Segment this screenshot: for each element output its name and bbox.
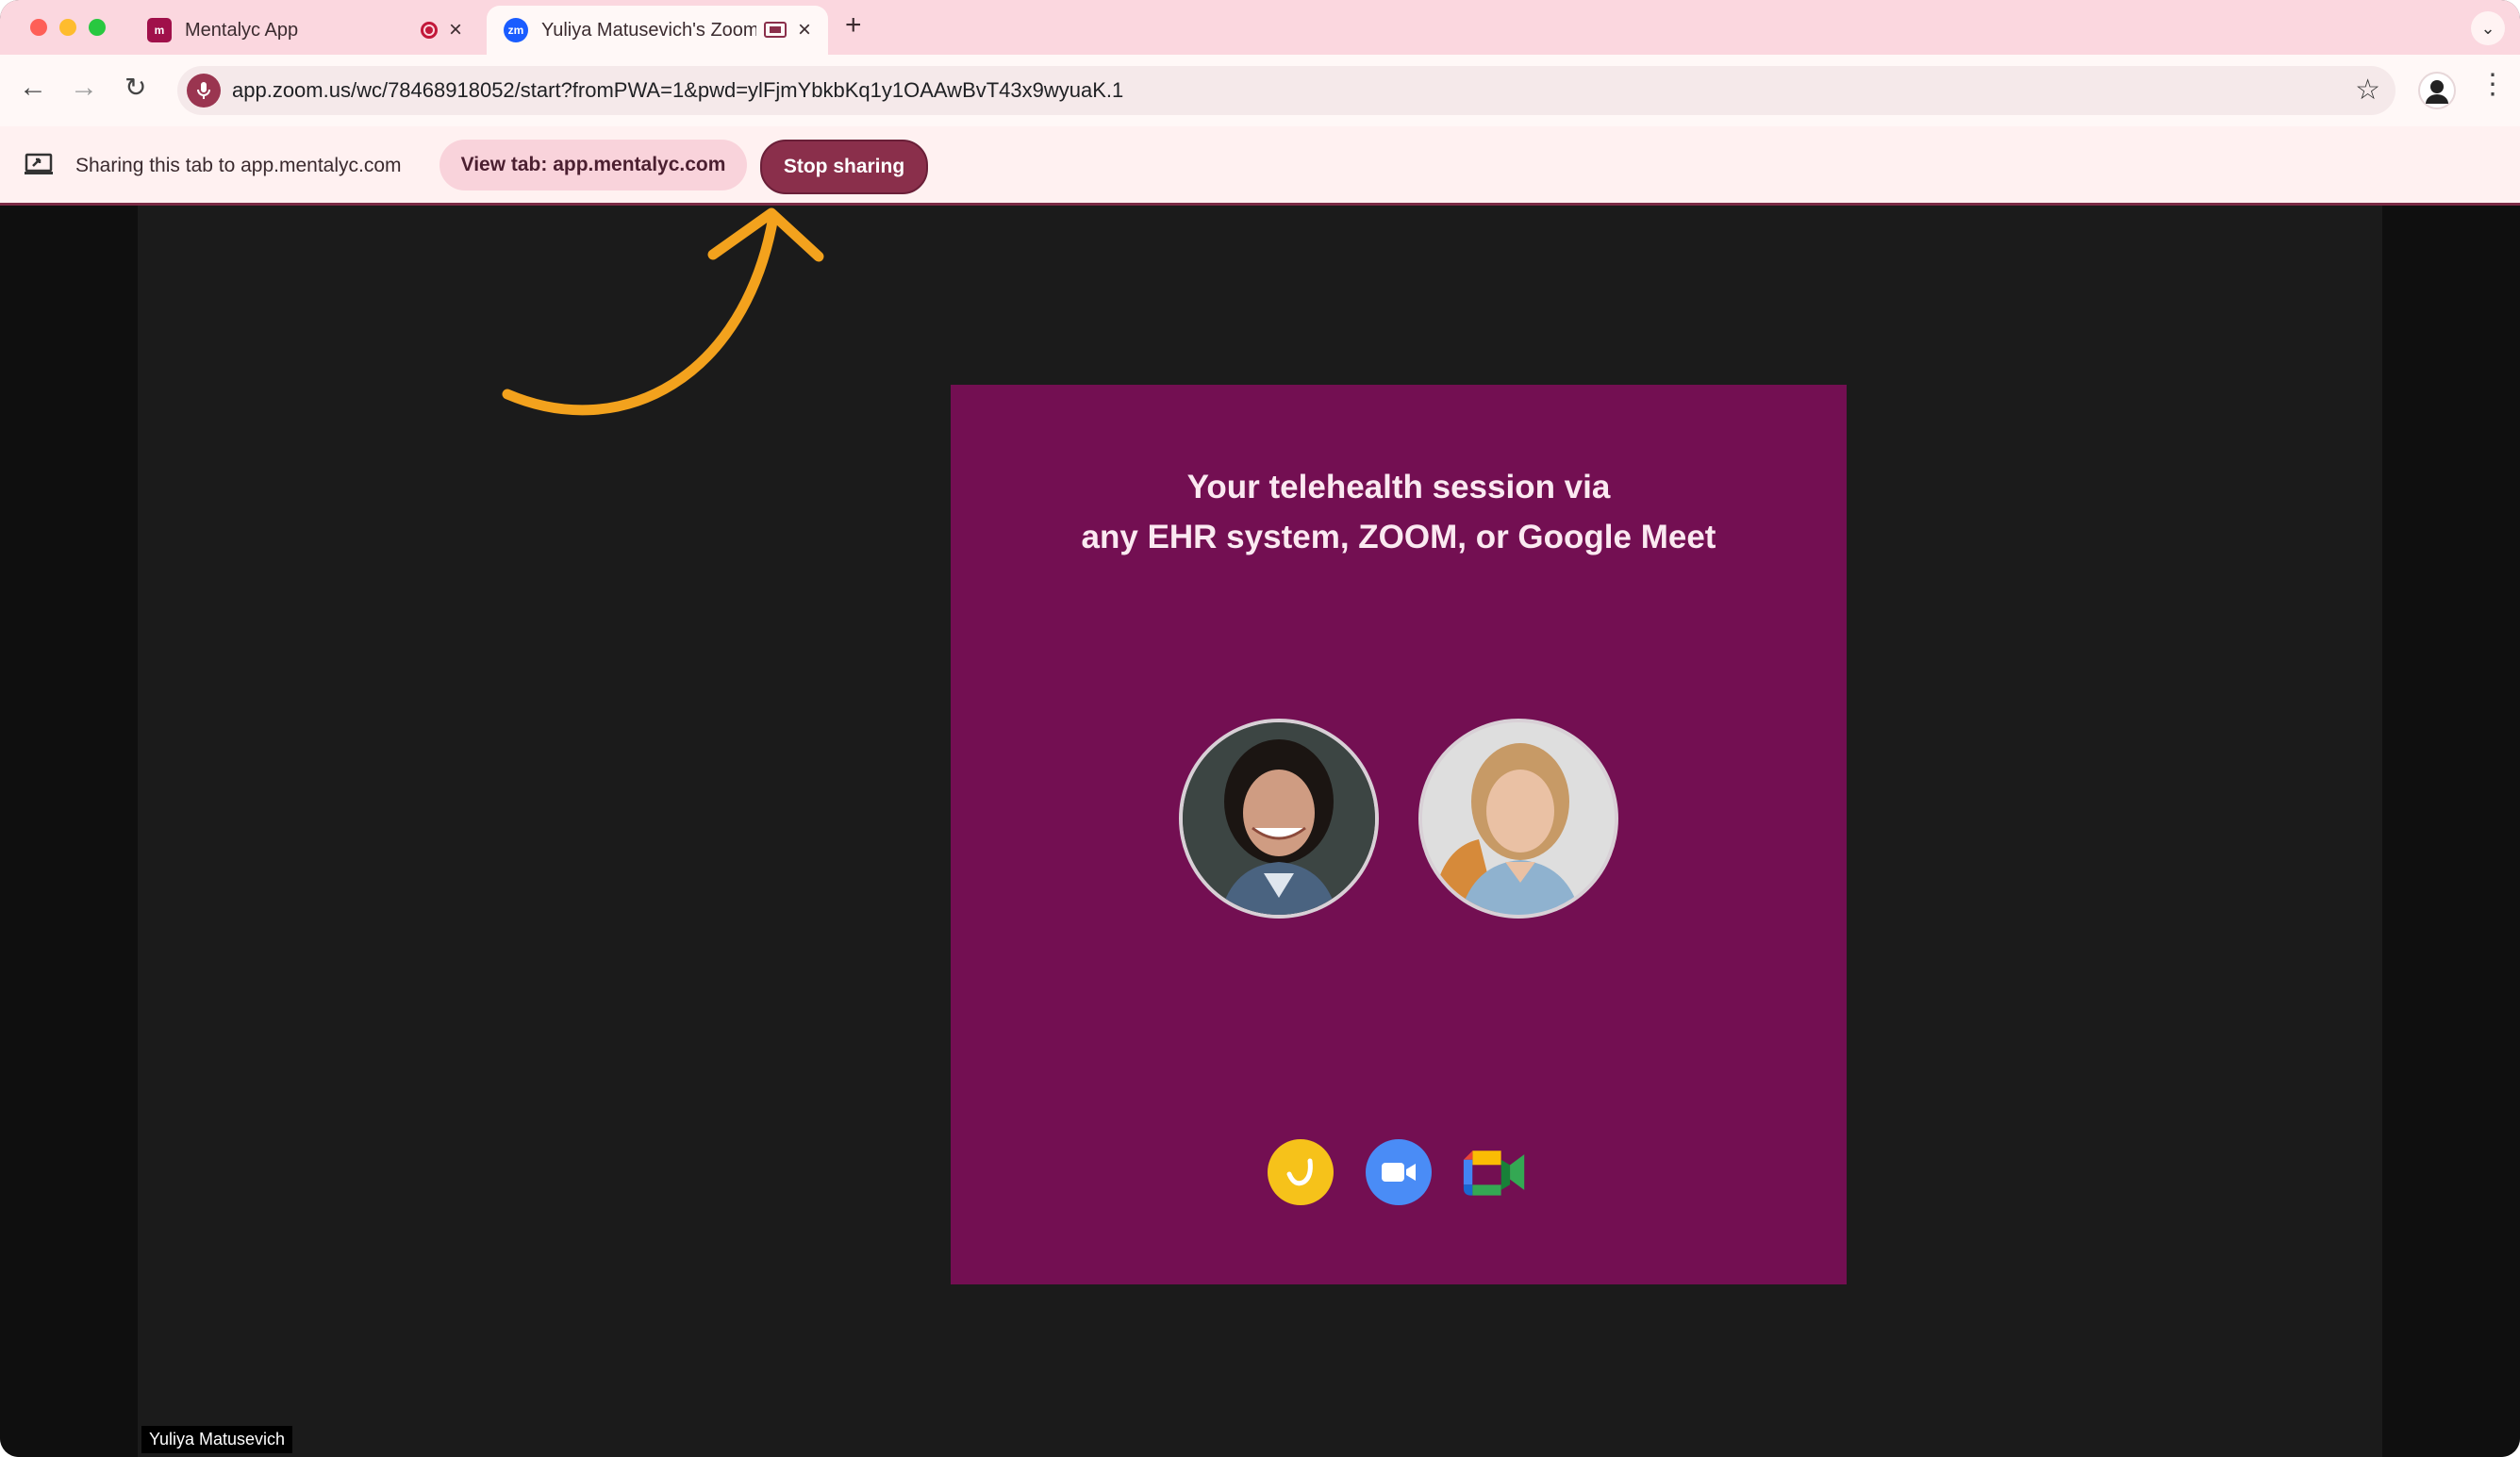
- tab-title: Mentalyc App: [185, 19, 299, 41]
- close-tab-icon[interactable]: ×: [449, 17, 462, 43]
- more-options-icon[interactable]: ⋮: [2479, 68, 2507, 101]
- sharing-tab-icon: [763, 22, 787, 38]
- close-tab-icon[interactable]: ×: [798, 17, 811, 43]
- ehr-icon: [1268, 1139, 1334, 1205]
- profile-avatar-icon[interactable]: [2418, 72, 2456, 109]
- zoom-icon: [1366, 1139, 1432, 1205]
- participant-name-label: Yuliya Matusevich: [141, 1426, 293, 1453]
- recording-icon: [420, 22, 438, 39]
- google-meet-icon: [1462, 1139, 1528, 1205]
- tab-zoom[interactable]: zm Yuliya Matusevich's Zoom ×: [487, 6, 828, 55]
- shared-screen-stage: Your telehealth session via any EHR syst…: [138, 206, 2382, 1457]
- tab-strip: m Mentalyc App × zm Yuliya Matusevich's …: [0, 0, 2520, 55]
- slide-title-line-1: Your telehealth session via: [1186, 469, 1611, 505]
- forward-arrow-icon[interactable]: →: [70, 72, 98, 104]
- bookmark-star-icon[interactable]: ☆: [2355, 74, 2380, 107]
- mentalyc-favicon-icon: m: [147, 18, 172, 42]
- tab-title: Yuliya Matusevich's Zoom: [541, 19, 756, 41]
- zoom-meeting-view: Your telehealth session via any EHR syst…: [0, 206, 2520, 1457]
- slide-title-line-2: any EHR system, ZOOM, or Google Meet: [1081, 519, 1716, 555]
- sharing-status-text: Sharing this tab to app.mentalyc.com: [75, 155, 402, 176]
- tab-search-chevron-icon[interactable]: ⌄: [2471, 11, 2505, 45]
- browser-window: m Mentalyc App × zm Yuliya Matusevich's …: [0, 0, 2520, 1457]
- therapist-avatar: [1179, 719, 1379, 919]
- reload-icon[interactable]: ↻: [124, 72, 146, 103]
- slide-title: Your telehealth session via any EHR syst…: [951, 462, 1847, 562]
- new-tab-plus-icon[interactable]: +: [845, 9, 862, 41]
- tab-sharing-bar: Sharing this tab to app.mentalyc.com Vie…: [0, 126, 2520, 206]
- client-avatar: [1418, 719, 1618, 919]
- view-tab-button[interactable]: View tab: app.mentalyc.com: [439, 140, 747, 190]
- screen-share-icon: [25, 153, 53, 174]
- stop-sharing-button[interactable]: Stop sharing: [760, 140, 928, 194]
- close-window-button[interactable]: [30, 19, 47, 36]
- tab-mentalyc[interactable]: m Mentalyc App ×: [130, 6, 479, 55]
- shared-slide: Your telehealth session via any EHR syst…: [951, 385, 1847, 1284]
- maximize-window-button[interactable]: [89, 19, 106, 36]
- browser-toolbar: ← → ↻ app.zoom.us/wc/78468918052/start?f…: [0, 55, 2520, 126]
- url-text: app.zoom.us/wc/78468918052/start?fromPWA…: [232, 78, 1124, 102]
- microphone-indicator-icon[interactable]: [187, 74, 221, 108]
- zoom-favicon-icon: zm: [504, 18, 528, 42]
- back-arrow-icon[interactable]: ←: [19, 72, 47, 104]
- minimize-window-button[interactable]: [59, 19, 76, 36]
- address-bar[interactable]: app.zoom.us/wc/78468918052/start?fromPWA…: [177, 66, 2396, 115]
